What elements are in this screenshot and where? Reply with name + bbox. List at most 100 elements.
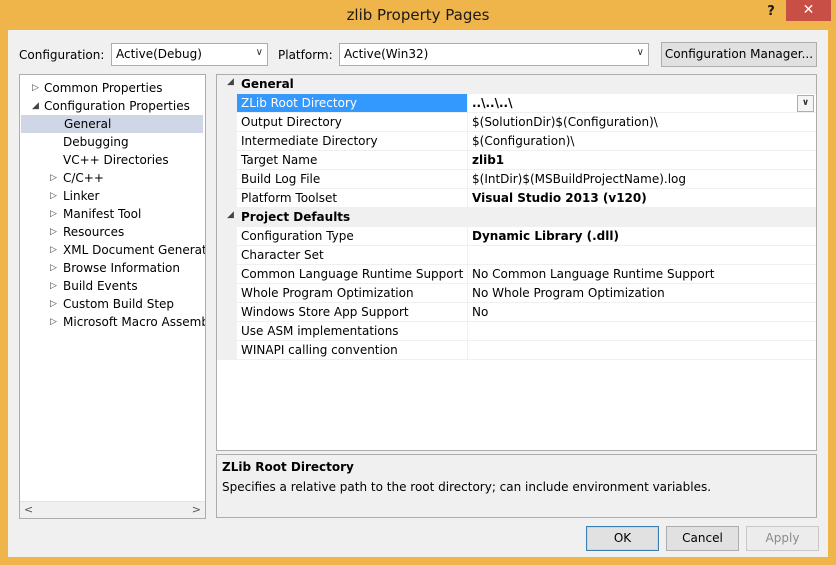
property-name[interactable]: Platform Toolset [237, 189, 467, 208]
tree-item[interactable]: ▷ Manifest Tool [20, 205, 205, 223]
property-row[interactable]: Platform Toolset Visual Studio 2013 (v120… [217, 189, 816, 208]
property-row[interactable]: Output Directory $(SolutionDir)$(Configur… [217, 113, 816, 132]
property-name[interactable]: Use ASM implementations [237, 322, 467, 341]
row-gutter [217, 113, 237, 132]
tree-item[interactable]: ◢ Configuration Properties [20, 97, 205, 115]
property-row[interactable]: Intermediate Directory $(Configuration)\ [217, 132, 816, 151]
tree-item[interactable]: ▷ Microsoft Macro Assemble [20, 313, 205, 331]
collapse-arrow-icon[interactable]: ◢ [227, 210, 234, 220]
property-grid[interactable]: ◢ General ZLib Root Directory ..\..\..\ ∨ Out… [216, 74, 817, 451]
tree-item-label: Browse Information [63, 261, 180, 275]
expand-arrow-icon[interactable]: ▷ [50, 313, 57, 331]
property-row[interactable]: Configuration Type Dynamic Library (.dll) [217, 227, 816, 246]
property-value[interactable] [467, 246, 816, 265]
property-name[interactable]: Common Language Runtime Support [237, 265, 467, 284]
property-value-text: Visual Studio 2013 (v120) [472, 191, 647, 205]
property-value[interactable]: Visual Studio 2013 (v120) [467, 189, 816, 208]
category-row[interactable]: ◢ General [217, 75, 816, 94]
expand-arrow-icon[interactable]: ▷ [50, 223, 57, 241]
row-gutter [217, 227, 237, 246]
tree-item[interactable]: ▷ Resources [20, 223, 205, 241]
title-bar[interactable]: zlib Property Pages ? ✕ [0, 0, 836, 30]
configuration-select[interactable]: Active(Debug) ∨ [111, 43, 268, 66]
category-label: Project Defaults [241, 210, 351, 224]
property-tree[interactable]: ▷ Common Properties ◢ Configuration Propert… [19, 74, 206, 519]
property-name[interactable]: Whole Program Optimization [237, 284, 467, 303]
property-row[interactable]: ZLib Root Directory ..\..\..\ ∨ [217, 94, 816, 113]
property-name[interactable]: Intermediate Directory [237, 132, 467, 151]
tree-item-label: Linker [63, 189, 100, 203]
ok-button[interactable]: OK [586, 526, 659, 551]
row-gutter [217, 322, 237, 341]
tree-item[interactable]: ▷ Build Events [20, 277, 205, 295]
property-value[interactable]: No Whole Program Optimization [467, 284, 816, 303]
collapse-arrow-icon[interactable]: ◢ [227, 77, 234, 87]
property-value-text: $(IntDir)$(MSBuildProjectName).log [472, 172, 687, 186]
help-button[interactable]: ? [760, 2, 782, 22]
row-gutter [217, 246, 237, 265]
property-name[interactable]: Output Directory [237, 113, 467, 132]
property-name[interactable]: ZLib Root Directory [237, 94, 467, 113]
collapse-arrow-icon[interactable]: ◢ [32, 97, 39, 115]
row-gutter [217, 284, 237, 303]
property-name[interactable]: Character Set [237, 246, 467, 265]
tree-item[interactable]: ▷ Browse Information [20, 259, 205, 277]
property-value[interactable]: Dynamic Library (.dll) [467, 227, 816, 246]
tree-item[interactable]: ▷ Custom Build Step [20, 295, 205, 313]
row-gutter [217, 189, 237, 208]
property-value[interactable]: $(SolutionDir)$(Configuration)\ [467, 113, 816, 132]
scroll-left-icon[interactable]: < [24, 503, 33, 516]
close-button[interactable]: ✕ [786, 0, 831, 21]
property-row[interactable]: Windows Store App Support No [217, 303, 816, 322]
platform-select[interactable]: Active(Win32) ∨ [339, 43, 649, 66]
property-name[interactable]: Configuration Type [237, 227, 467, 246]
property-name[interactable]: Target Name [237, 151, 467, 170]
tree-item[interactable]: ▷ C/C++ [20, 169, 205, 187]
property-value[interactable]: No [467, 303, 816, 322]
chevron-down-icon[interactable]: ∨ [797, 95, 814, 112]
property-value[interactable]: zlib1 [467, 151, 816, 170]
property-row[interactable]: Build Log File $(IntDir)$(MSBuildProjectN… [217, 170, 816, 189]
property-value-text: No [472, 305, 489, 319]
expand-arrow-icon[interactable]: ▷ [50, 295, 57, 313]
property-value[interactable]: No Common Language Runtime Support [467, 265, 816, 284]
property-row[interactable]: Target Name zlib1 [217, 151, 816, 170]
tree-item-label: Common Properties [44, 81, 163, 95]
description-title: ZLib Root Directory [222, 460, 354, 474]
property-value[interactable] [467, 322, 816, 341]
tree-item[interactable]: General [21, 115, 203, 133]
property-row[interactable]: Whole Program Optimization No Whole Progr… [217, 284, 816, 303]
expand-arrow-icon[interactable]: ▷ [50, 205, 57, 223]
configuration-manager-button[interactable]: Configuration Manager... [661, 42, 817, 67]
property-value[interactable]: $(IntDir)$(MSBuildProjectName).log [467, 170, 816, 189]
category-row[interactable]: ◢ Project Defaults [217, 208, 816, 227]
property-pages-window: zlib Property Pages ? ✕ Configuration: A… [0, 0, 836, 565]
tree-item[interactable]: Debugging [20, 133, 205, 151]
tree-item[interactable]: ▷ Linker [20, 187, 205, 205]
property-row[interactable]: Common Language Runtime Support No Common… [217, 265, 816, 284]
property-value[interactable] [467, 341, 816, 360]
expand-arrow-icon[interactable]: ▷ [32, 79, 39, 97]
expand-arrow-icon[interactable]: ▷ [50, 187, 57, 205]
row-gutter [217, 265, 237, 284]
horizontal-scrollbar[interactable]: < > [20, 501, 205, 518]
expand-arrow-icon[interactable]: ▷ [50, 259, 57, 277]
expand-arrow-icon[interactable]: ▷ [50, 277, 57, 295]
expand-arrow-icon[interactable]: ▷ [50, 169, 57, 187]
property-name[interactable]: Build Log File [237, 170, 467, 189]
property-value[interactable]: ..\..\..\ ∨ [467, 94, 816, 113]
tree-item-label: Build Events [63, 279, 138, 293]
property-row[interactable]: Character Set [217, 246, 816, 265]
property-name[interactable]: WINAPI calling convention [237, 341, 467, 360]
cancel-button[interactable]: Cancel [666, 526, 739, 551]
tree-item[interactable]: ▷ XML Document Generator [20, 241, 205, 259]
property-row[interactable]: WINAPI calling convention [217, 341, 816, 360]
property-row[interactable]: Use ASM implementations [217, 322, 816, 341]
tree-item[interactable]: ▷ Common Properties [20, 79, 205, 97]
apply-button[interactable]: Apply [746, 526, 819, 551]
expand-arrow-icon[interactable]: ▷ [50, 241, 57, 259]
property-value[interactable]: $(Configuration)\ [467, 132, 816, 151]
tree-item[interactable]: VC++ Directories [20, 151, 205, 169]
property-name[interactable]: Windows Store App Support [237, 303, 467, 322]
scroll-right-icon[interactable]: > [192, 503, 201, 516]
